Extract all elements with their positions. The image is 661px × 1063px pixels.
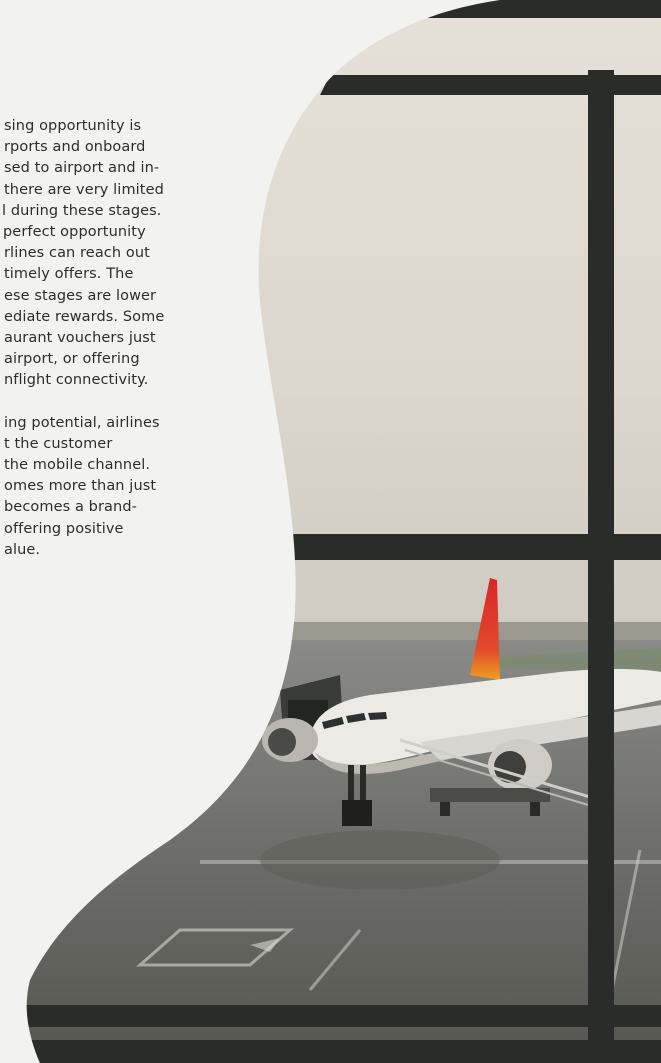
text-line: l during these stages.	[2, 202, 162, 219]
text-line: nflight connectivity.	[4, 372, 149, 389]
text-line: ediate rewards. Some	[4, 308, 165, 325]
text-line: sed to airport and in-	[4, 160, 160, 177]
article-text: sing opportunity is rports and onboard s…	[0, 116, 300, 561]
brochure-page: sing opportunity is rports and onboard s…	[0, 0, 661, 1063]
text-line: perfect opportunity	[3, 224, 146, 241]
text-line: becomes a brand-	[4, 499, 137, 516]
treeline	[26, 622, 661, 642]
text-line: rports and onboard	[4, 139, 146, 156]
paragraph-2: ing potential, airlines t the customer t…	[0, 413, 300, 561]
text-line: alue.	[4, 541, 41, 558]
text-line: there are very limited	[4, 181, 164, 198]
text-line: aurant vouchers just	[4, 330, 156, 347]
text-line: sing opportunity is	[4, 118, 142, 134]
text-line: airport, or offering	[4, 351, 140, 368]
text-line: ese stages are lower	[4, 287, 157, 304]
text-line: t the customer	[4, 435, 113, 452]
text-line: offering positive	[4, 520, 124, 537]
text-line: ing potential, airlines	[4, 414, 160, 431]
paragraph-1: sing opportunity is rports and onboard s…	[0, 116, 300, 392]
text-line: omes more than just	[4, 478, 157, 495]
text-line: rlines can reach out	[4, 245, 150, 262]
text-line: timely offers. The	[4, 266, 134, 283]
text-line: the mobile channel.	[4, 457, 151, 474]
